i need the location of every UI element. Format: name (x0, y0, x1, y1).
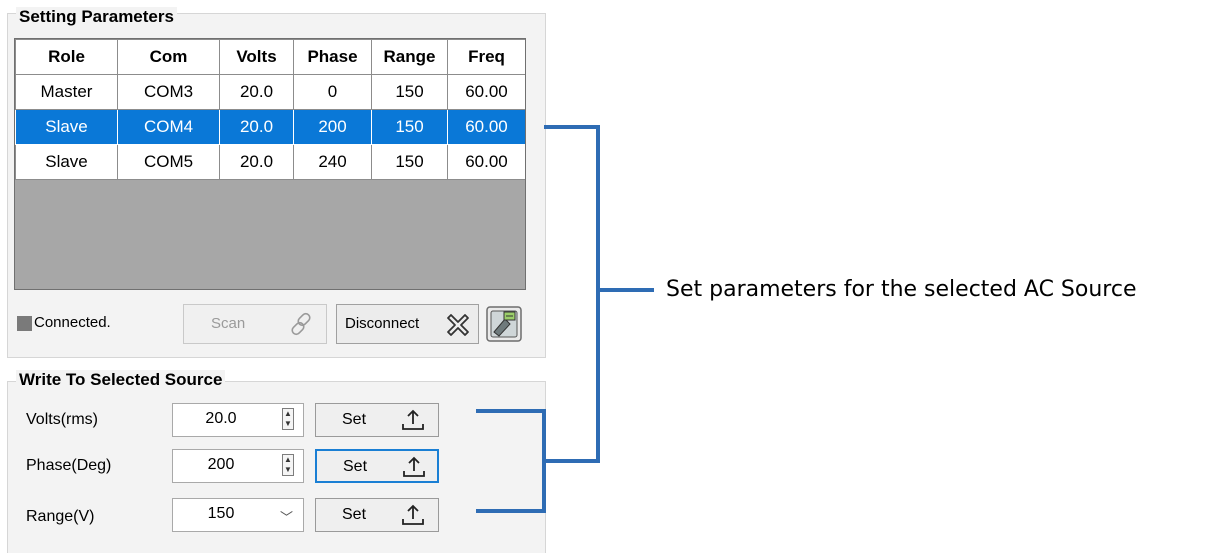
cell-role: Slave (15, 109, 118, 145)
cell-com: COM3 (117, 74, 220, 110)
upload-icon (402, 409, 424, 430)
cell-freq: 60.00 (447, 74, 525, 110)
set-phase-label: Set (343, 458, 368, 475)
volts-spin-buttons[interactable]: ▲ ▼ (282, 408, 294, 430)
disconnect-button-label: Disconnect (345, 315, 420, 332)
upload-icon (403, 456, 425, 477)
cell-freq: 60.00 (447, 144, 525, 180)
dropdown-chevron-icon[interactable]: ﹀ (280, 507, 293, 526)
cell-role: Master (15, 74, 118, 110)
column-header-com[interactable]: Com (117, 39, 220, 75)
annotation-bracket-top (544, 125, 600, 129)
table-row[interactable]: Master COM3 20.0 0 150 60.00 (15, 74, 525, 110)
cell-role: Slave (15, 144, 118, 180)
cell-com: COM4 (117, 109, 220, 145)
phase-stepper[interactable]: 200 ▲ ▼ (172, 449, 304, 483)
cell-com: COM5 (117, 144, 220, 180)
spin-up-icon[interactable]: ▲ (283, 409, 293, 419)
cell-range: 150 (371, 144, 448, 180)
cell-range: 150 (371, 109, 448, 145)
annotation-bracket-vertical (596, 125, 600, 463)
volts-value: 20.0 (205, 410, 237, 427)
column-header-volts[interactable]: Volts (219, 39, 294, 75)
scan-button[interactable]: Scan (183, 304, 327, 344)
table-row-selected[interactable]: Slave COM4 20.0 200 150 60.00 (15, 109, 525, 145)
scan-button-label: Scan (211, 315, 246, 332)
set-volts-label: Set (342, 411, 367, 428)
range-select[interactable]: 150 ﹀ (172, 498, 304, 532)
column-header-range[interactable]: Range (371, 39, 448, 75)
write-to-selected-source-title: Write To Selected Source (16, 370, 226, 390)
range-label: Range(V) (26, 508, 95, 525)
phase-label: Phase(Deg) (26, 457, 112, 474)
cell-volts: 20.0 (219, 109, 294, 145)
annotation-sub-bracket-bottom (476, 509, 546, 513)
parameters-table[interactable]: Role Com Volts Phase Range Freq Master C… (14, 38, 526, 290)
phase-spin-buttons[interactable]: ▲ ▼ (282, 454, 294, 476)
column-header-freq[interactable]: Freq (447, 39, 525, 75)
spin-down-icon[interactable]: ▼ (283, 465, 293, 475)
cell-phase: 0 (293, 74, 372, 110)
set-phase-button[interactable]: Set (315, 449, 439, 483)
annotation-bracket-join (543, 459, 600, 463)
annotation-sub-bracket-top (476, 409, 546, 413)
cell-volts: 20.0 (219, 74, 294, 110)
set-volts-button[interactable]: Set (315, 403, 439, 437)
range-value: 150 (207, 505, 235, 522)
spin-down-icon[interactable]: ▼ (283, 419, 293, 429)
setting-parameters-title: Setting Parameters (16, 7, 177, 27)
volts-label: Volts(rms) (26, 411, 98, 428)
table-row[interactable]: Slave COM5 20.0 240 150 60.00 (15, 144, 525, 180)
upload-icon (402, 504, 424, 525)
connection-status-indicator (17, 316, 32, 331)
table-header-row: Role Com Volts Phase Range Freq (15, 39, 525, 75)
annotation-text: Set parameters for the selected AC Sourc… (666, 277, 1137, 302)
cell-range: 150 (371, 74, 448, 110)
annotation-pointer-line (596, 288, 654, 292)
phase-value: 200 (207, 456, 235, 473)
cell-volts: 20.0 (219, 144, 294, 180)
volts-stepper[interactable]: 20.0 ▲ ▼ (172, 403, 304, 437)
cell-phase: 200 (293, 109, 372, 145)
device-tool-icon[interactable] (486, 306, 522, 342)
set-range-button[interactable]: Set (315, 498, 439, 532)
disconnect-x-icon (447, 314, 469, 336)
column-header-phase[interactable]: Phase (293, 39, 372, 75)
cell-phase: 240 (293, 144, 372, 180)
disconnect-button[interactable]: Disconnect (336, 304, 479, 344)
connection-status-text: Connected. (34, 314, 111, 331)
set-range-label: Set (342, 506, 367, 523)
cell-freq: 60.00 (447, 109, 525, 145)
spin-up-icon[interactable]: ▲ (283, 455, 293, 465)
link-icon (291, 312, 311, 336)
annotation-sub-bracket-vertical (542, 409, 546, 513)
column-header-role[interactable]: Role (15, 39, 118, 75)
